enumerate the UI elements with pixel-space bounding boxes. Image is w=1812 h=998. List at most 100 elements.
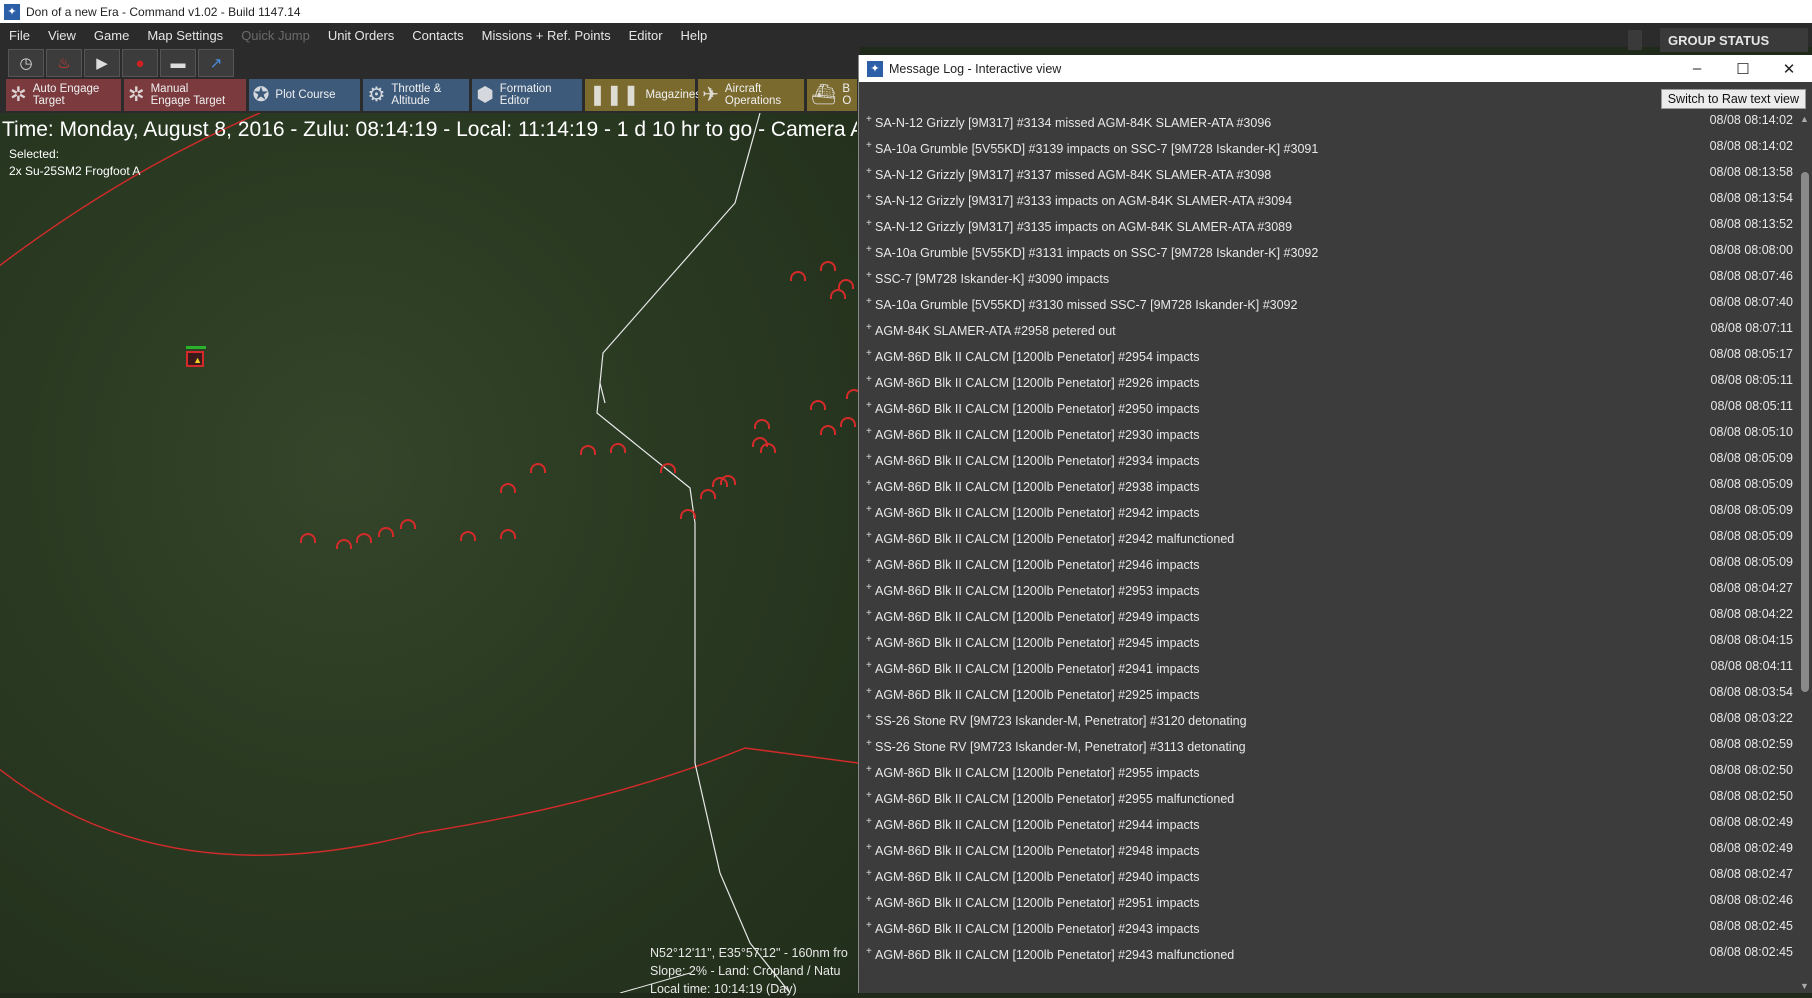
- magazines-button[interactable]: ❚❚❚ Magazines: [585, 79, 701, 111]
- manual-engage-button[interactable]: ✲ Manual Engage Target: [123, 79, 246, 111]
- menu-contacts[interactable]: Contacts: [403, 28, 472, 43]
- expand-icon[interactable]: +: [866, 244, 872, 255]
- missile-contact-icon[interactable]: [760, 443, 776, 453]
- expand-icon[interactable]: +: [866, 192, 872, 203]
- message-row[interactable]: + SA-N-12 Grizzly [9M317] #3134 missed AG…: [859, 112, 1797, 138]
- aircraft-operations-button[interactable]: ✈ Aircraft Operations: [698, 79, 804, 111]
- message-row[interactable]: + AGM-86D Blk II CALCM [1200lb Penetator]…: [859, 424, 1797, 450]
- expand-icon[interactable]: +: [866, 426, 872, 437]
- missile-contact-icon[interactable]: [530, 463, 546, 473]
- expand-icon[interactable]: +: [866, 946, 872, 957]
- message-row[interactable]: + AGM-86D Blk II CALCM [1200lb Penetator]…: [859, 580, 1797, 606]
- missile-contact-icon[interactable]: [500, 529, 516, 539]
- message-row[interactable]: + AGM-86D Blk II CALCM [1200lb Penetator]…: [859, 346, 1797, 372]
- minimize-button[interactable]: –: [1674, 55, 1720, 82]
- message-row[interactable]: + SA-N-12 Grizzly [9M317] #3133 impacts o…: [859, 190, 1797, 216]
- expand-icon[interactable]: +: [866, 582, 872, 593]
- expand-icon[interactable]: +: [866, 738, 872, 749]
- scroll-thumb[interactable]: [1801, 172, 1809, 692]
- missile-contact-icon[interactable]: [356, 533, 372, 543]
- expand-icon[interactable]: +: [866, 374, 872, 385]
- missile-contact-icon[interactable]: [838, 279, 854, 289]
- message-row[interactable]: + SA-10a Grumble [5V55KD] #3131 impacts o…: [859, 242, 1797, 268]
- missile-contact-icon[interactable]: [720, 475, 736, 485]
- missile-contact-icon[interactable]: [680, 509, 696, 519]
- expand-icon[interactable]: +: [866, 634, 872, 645]
- missile-contact-icon[interactable]: [610, 443, 626, 453]
- message-scrollbar[interactable]: ▲ ▼: [1798, 112, 1812, 993]
- message-row[interactable]: + SSC-7 [9M728 Iskander-K] #3090 impacts 0…: [859, 268, 1797, 294]
- message-row[interactable]: + AGM-86D Blk II CALCM [1200lb Penetator]…: [859, 944, 1797, 970]
- raw-text-view-button[interactable]: Switch to Raw text view: [1660, 89, 1806, 109]
- missile-contact-icon[interactable]: [580, 445, 596, 455]
- missile-contact-icon[interactable]: [846, 389, 858, 399]
- message-row[interactable]: + AGM-86D Blk II CALCM [1200lb Penetator]…: [859, 372, 1797, 398]
- expand-icon[interactable]: +: [866, 842, 872, 853]
- formation-editor-button[interactable]: ⬢ Formation Editor: [472, 79, 583, 111]
- missile-contact-icon[interactable]: [830, 289, 846, 299]
- tactical-map[interactable]: ▲: [0, 113, 858, 993]
- expand-icon[interactable]: +: [866, 452, 872, 463]
- missile-contact-icon[interactable]: [700, 489, 716, 499]
- scroll-up-icon[interactable]: ▲: [1800, 114, 1809, 124]
- expand-icon[interactable]: +: [866, 868, 872, 879]
- message-row[interactable]: + AGM-86D Blk II CALCM [1200lb Penetator]…: [859, 684, 1797, 710]
- expand-icon[interactable]: +: [866, 816, 872, 827]
- expand-icon[interactable]: +: [866, 790, 872, 801]
- missile-contact-icon[interactable]: [336, 539, 352, 549]
- arrow-icon[interactable]: ↗: [198, 49, 234, 77]
- message-row[interactable]: + SA-N-12 Grizzly [9M317] #3137 missed AG…: [859, 164, 1797, 190]
- missile-contact-icon[interactable]: [790, 271, 806, 281]
- missile-contact-icon[interactable]: [378, 527, 394, 537]
- expand-icon[interactable]: +: [866, 270, 872, 281]
- message-row[interactable]: + AGM-86D Blk II CALCM [1200lb Penetator]…: [859, 476, 1797, 502]
- expand-icon[interactable]: +: [866, 114, 872, 125]
- expand-icon[interactable]: +: [866, 504, 872, 515]
- expand-icon[interactable]: +: [866, 218, 872, 229]
- fire-icon[interactable]: ♨: [46, 49, 82, 77]
- menu-editor[interactable]: Editor: [620, 28, 672, 43]
- message-row[interactable]: + AGM-86D Blk II CALCM [1200lb Penetator]…: [859, 606, 1797, 632]
- message-row[interactable]: + SA-10a Grumble [5V55KD] #3130 missed SS…: [859, 294, 1797, 320]
- expand-icon[interactable]: +: [866, 140, 872, 151]
- missile-contact-icon[interactable]: [820, 261, 836, 271]
- expand-icon[interactable]: +: [866, 660, 872, 671]
- close-button[interactable]: ✕: [1766, 55, 1812, 82]
- message-row[interactable]: + SA-N-12 Grizzly [9M317] #3135 impacts o…: [859, 216, 1797, 242]
- expand-icon[interactable]: +: [866, 348, 872, 359]
- missile-contact-icon[interactable]: [754, 419, 770, 429]
- message-row[interactable]: + AGM-84K SLAMER-ATA #2958 petered out 08/…: [859, 320, 1797, 346]
- expand-icon[interactable]: +: [866, 296, 872, 307]
- scroll-down-icon[interactable]: ▼: [1800, 981, 1809, 991]
- message-row[interactable]: + AGM-86D Blk II CALCM [1200lb Penetator]…: [859, 502, 1797, 528]
- expand-icon[interactable]: +: [866, 530, 872, 541]
- menu-unit-orders[interactable]: Unit Orders: [319, 28, 403, 43]
- menu-quick-jump[interactable]: Quick Jump: [232, 28, 319, 43]
- unit-symbol[interactable]: ▲: [186, 346, 206, 368]
- expand-icon[interactable]: +: [866, 712, 872, 723]
- message-row[interactable]: + AGM-86D Blk II CALCM [1200lb Penetator]…: [859, 450, 1797, 476]
- group-status-header[interactable]: GROUP STATUS: [1660, 28, 1808, 52]
- expand-icon[interactable]: +: [866, 478, 872, 489]
- maximize-button[interactable]: ☐: [1720, 55, 1766, 82]
- auto-engage-button[interactable]: ✲ Auto Engage Target: [6, 79, 121, 111]
- menu-view[interactable]: View: [39, 28, 85, 43]
- message-row[interactable]: + AGM-86D Blk II CALCM [1200lb Penetator]…: [859, 892, 1797, 918]
- message-row[interactable]: + AGM-86D Blk II CALCM [1200lb Penetator]…: [859, 658, 1797, 684]
- missile-contact-icon[interactable]: [500, 483, 516, 493]
- message-row[interactable]: + SS-26 Stone RV [9M723 Iskander-M, Penet…: [859, 710, 1797, 736]
- menu-file[interactable]: File: [0, 28, 39, 43]
- ship-icon[interactable]: ▬: [160, 49, 196, 77]
- message-row[interactable]: + AGM-86D Blk II CALCM [1200lb Penetator]…: [859, 762, 1797, 788]
- message-row[interactable]: + AGM-86D Blk II CALCM [1200lb Penetator]…: [859, 788, 1797, 814]
- message-row[interactable]: + AGM-86D Blk II CALCM [1200lb Penetator]…: [859, 866, 1797, 892]
- message-row[interactable]: + AGM-86D Blk II CALCM [1200lb Penetator]…: [859, 554, 1797, 580]
- menu-help[interactable]: Help: [672, 28, 717, 43]
- message-row[interactable]: + AGM-86D Blk II CALCM [1200lb Penetator]…: [859, 528, 1797, 554]
- throttle-altitude-button[interactable]: ⚙ Throttle & Altitude: [363, 79, 470, 111]
- expand-icon[interactable]: +: [866, 894, 872, 905]
- expand-icon[interactable]: +: [866, 764, 872, 775]
- expand-icon[interactable]: +: [866, 400, 872, 411]
- clock-icon[interactable]: ◷: [8, 49, 44, 77]
- expand-icon[interactable]: +: [866, 166, 872, 177]
